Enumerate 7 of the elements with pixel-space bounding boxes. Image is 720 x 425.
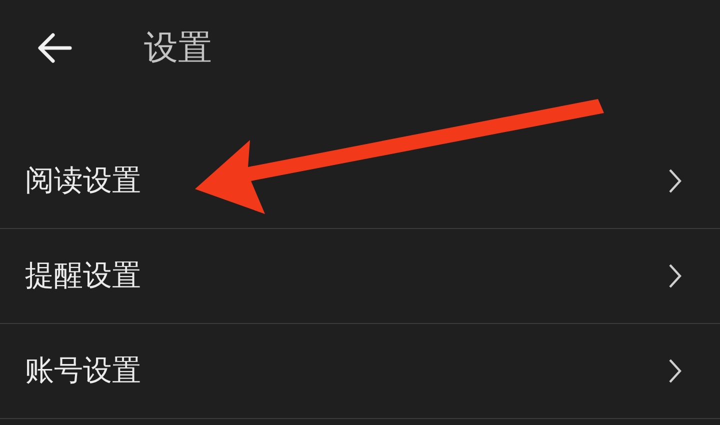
- settings-item[interactable]: 账号设置: [0, 324, 720, 419]
- settings-item[interactable]: 提醒设置: [0, 229, 720, 324]
- chevron-icon: [668, 358, 682, 384]
- page-title: 设置: [144, 26, 212, 70]
- chevron-icon: [668, 168, 682, 194]
- chevron-icon: [668, 263, 682, 289]
- back-icon[interactable]: [38, 33, 72, 63]
